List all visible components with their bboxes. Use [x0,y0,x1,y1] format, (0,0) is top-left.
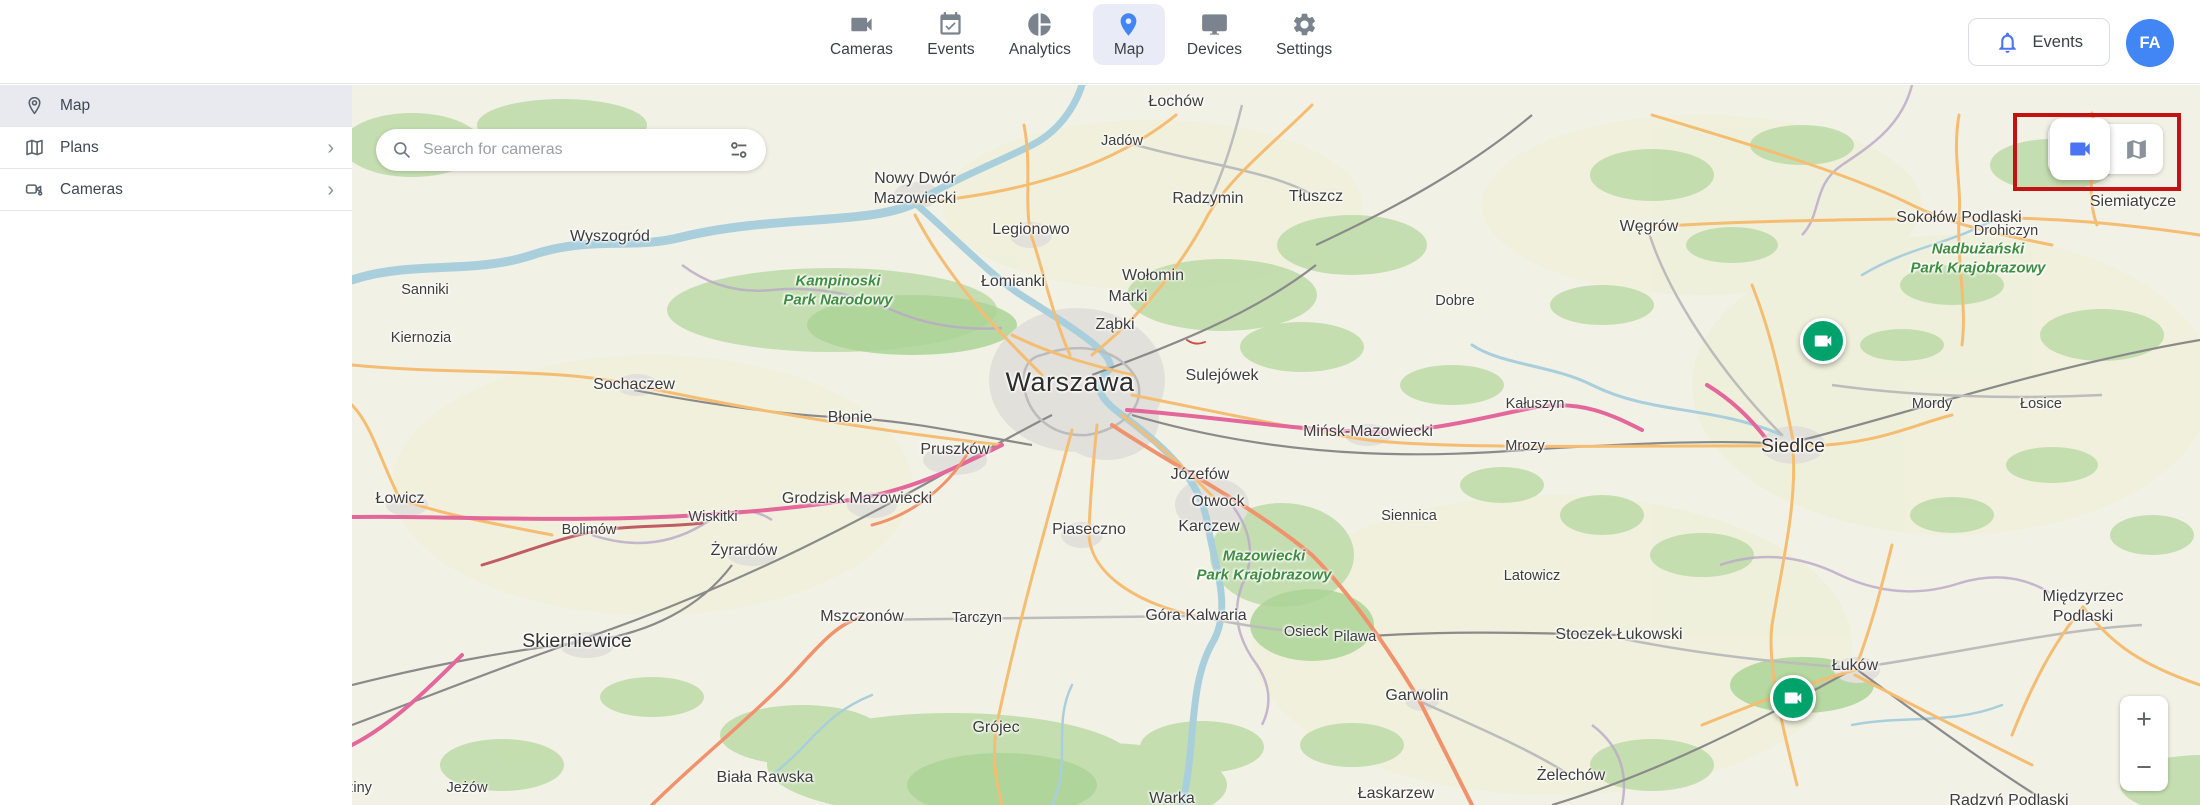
events-button[interactable]: Events [1968,18,2110,66]
nav-item-label: Devices [1187,41,1242,59]
nav-item-label: Cameras [830,41,893,59]
sidebar-item-label: Cameras [60,181,123,199]
videocam-icon [848,11,875,38]
videocam-icon [2067,136,2093,162]
search-icon [392,140,412,160]
map-tiles-decoration [352,85,2200,805]
sidebar-item-label: Plans [60,139,99,157]
map-icon [24,137,45,158]
nav-item-devices[interactable]: Devices [1175,4,1254,65]
nav-item-label: Analytics [1009,41,1071,59]
nav-item-settings[interactable]: Settings [1264,4,1344,65]
nav-item-events[interactable]: Events [915,4,987,65]
videocam-icon [1782,687,1804,709]
events-button-label: Events [2033,33,2083,52]
zoom-out-button[interactable]: − [2120,744,2168,792]
camera-search-bar [376,129,766,171]
sidebar: Map Plans › Cameras › [0,85,352,805]
videocam-icon [1812,330,1834,352]
app-window: Cameras Events Analytics Map Devices Settings… [0,0,2200,805]
nav-item-analytics[interactable]: Analytics [997,4,1083,65]
gear-icon [1291,11,1318,38]
map-layer-button[interactable] [2110,124,2163,174]
sidebar-item-map[interactable]: Map [0,85,352,127]
zoom-controls: + − [2120,696,2168,791]
zoom-in-button[interactable]: + [2120,696,2168,744]
sidebar-item-label: Map [60,97,90,115]
filter-icon[interactable] [728,139,750,161]
map-canvas[interactable]: ŁochówJadówSiemiatyczeNowy Dwór Mazowiec… [352,85,2200,805]
camera-marker[interactable] [1800,318,1846,364]
chevron-right-icon: › [327,138,334,158]
sidebar-item-cameras[interactable]: Cameras › [0,169,352,211]
sidebar-item-plans[interactable]: Plans › [0,127,352,169]
chevron-right-icon: › [327,180,334,200]
camera-marker[interactable] [1770,675,1816,721]
avatar[interactable]: FA [2126,19,2174,67]
nav-item-label: Events [927,41,974,59]
layer-toggle [2048,124,2163,174]
pin-icon [1115,11,1142,38]
nav-item-cameras[interactable]: Cameras [818,4,905,65]
main-nav: Cameras Events Analytics Map Devices Settings [818,4,1344,65]
bell-icon [1995,30,2020,55]
pin-icon [24,95,45,116]
map-icon [2124,137,2149,162]
nav-item-label: Map [1114,41,1144,59]
nav-item-label: Settings [1276,41,1332,59]
monitor-icon [1201,11,1228,38]
cameras-layer-button[interactable] [2050,118,2110,180]
camera-icon [24,179,45,200]
nav-item-map[interactable]: Map [1093,4,1165,65]
top-bar: Cameras Events Analytics Map Devices Settings… [0,0,2200,84]
calendar-icon [937,11,964,38]
search-input[interactable] [423,141,728,159]
piechart-icon [1026,11,1053,38]
